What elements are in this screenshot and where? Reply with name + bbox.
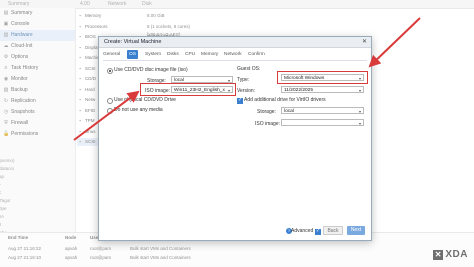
arrow-to-os-type (368, 17, 421, 68)
arrow-to-iso (73, 90, 140, 141)
annotation-arrows (73, 17, 421, 141)
